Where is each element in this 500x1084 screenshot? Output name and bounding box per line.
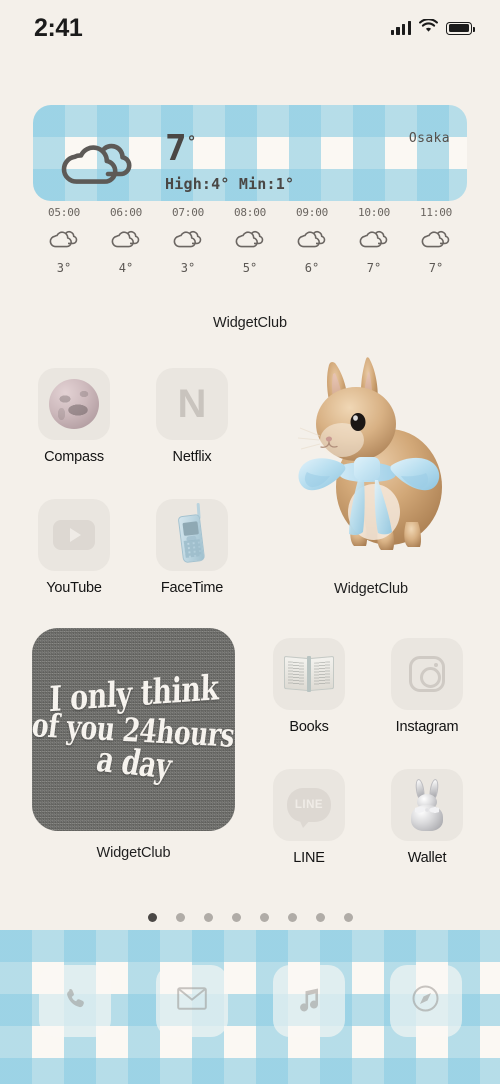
hour-temp: 3° — [180, 261, 196, 275]
app-tile[interactable] — [273, 638, 345, 710]
line-glyph-text: LINE — [294, 799, 324, 811]
weather-city-label: Osaka — [408, 131, 450, 146]
app-tile[interactable] — [391, 769, 463, 841]
app-label: Compass — [44, 449, 104, 465]
page-indicator-dots[interactable] — [0, 913, 500, 922]
dock-item-music[interactable] — [272, 965, 345, 1037]
dock — [0, 930, 500, 1084]
page-dot[interactable] — [315, 913, 325, 922]
hour-temp: 7° — [428, 261, 444, 275]
hourly-forecast-item: 10:00 7° — [344, 206, 404, 275]
compass-sphere-icon — [49, 379, 99, 429]
weather-temperature: 7° — [165, 128, 197, 169]
hourly-forecast-item: 06:00 4° — [96, 206, 156, 275]
status-bar: 2:41 — [0, 0, 500, 56]
hour-time: 05:00 — [47, 206, 81, 219]
cellular-signal-icon — [390, 21, 411, 35]
app-label: LINE — [293, 850, 325, 866]
quote-line-3: a day — [92, 739, 175, 788]
cloudy-icon — [109, 228, 143, 254]
page-dot[interactable] — [343, 913, 353, 922]
dock-item-mail[interactable] — [155, 965, 228, 1037]
hour-temp: 3° — [56, 261, 72, 275]
battery-icon — [446, 21, 475, 35]
netflix-n-icon: N — [177, 382, 207, 426]
music-note-icon — [296, 986, 322, 1017]
quote-widget-caption: WidgetClub — [96, 845, 171, 861]
hour-temp: 6° — [304, 261, 320, 275]
app-tile[interactable] — [391, 638, 463, 710]
app-icon-instagram[interactable]: Instagram — [391, 638, 463, 735]
hourly-forecast-item: 08:00 5° — [220, 206, 280, 275]
cloudy-icon — [295, 228, 329, 254]
hour-time: 08:00 — [233, 206, 267, 219]
phone-handset-icon — [62, 986, 88, 1017]
hour-temp: 5° — [242, 261, 258, 275]
app-icon-line[interactable]: LINE LINE — [273, 769, 345, 866]
app-label: Books — [289, 719, 329, 735]
cloudy-icon — [56, 135, 142, 196]
bunny-widget-caption: WidgetClub — [334, 581, 408, 597]
page-dot[interactable] — [259, 913, 269, 922]
hourly-forecast-item: 07:00 3° — [158, 206, 218, 275]
envelope-icon — [176, 987, 207, 1015]
app-icon-compass[interactable]: Compass — [38, 368, 110, 465]
bunny-photo-widget[interactable] — [286, 352, 456, 567]
page-dot[interactable] — [175, 913, 185, 922]
weather-widget[interactable]: Osaka 7° High:4° Min:1° — [33, 105, 467, 201]
quote-text-widget[interactable]: I only think of you 24hours a day — [32, 628, 235, 831]
app-tile[interactable]: N — [156, 368, 228, 440]
app-icon-wallet[interactable]: Wallet — [391, 769, 463, 866]
dock-item-safari[interactable] — [389, 965, 462, 1037]
weather-widget-caption: WidgetClub — [213, 315, 287, 331]
cloudy-icon — [357, 228, 391, 254]
hour-time: 07:00 — [171, 206, 205, 219]
status-bar-indicators — [390, 17, 475, 38]
page-dot[interactable] — [287, 913, 297, 922]
open-book-icon — [284, 655, 334, 693]
line-speech-bubble-icon: LINE — [287, 788, 331, 828]
app-label: FaceTime — [160, 580, 224, 596]
app-icon-youtube[interactable]: YouTube — [38, 499, 110, 596]
wifi-icon — [419, 17, 438, 38]
hour-time: 06:00 — [109, 206, 143, 219]
app-label: Wallet — [407, 850, 447, 866]
hourly-forecast-item: 05:00 3° — [34, 206, 94, 275]
hourly-forecast-item: 11:00 7° — [406, 206, 466, 275]
silver-bunny-icon — [407, 778, 447, 831]
compass-needle-icon — [412, 985, 439, 1017]
cloudy-icon — [419, 228, 453, 254]
app-tile[interactable] — [38, 499, 110, 571]
app-icon-books[interactable]: Books — [273, 638, 345, 735]
page-dot[interactable] — [203, 913, 213, 922]
app-icon-facetime[interactable]: FaceTime — [156, 499, 228, 596]
hour-time: 09:00 — [295, 206, 329, 219]
page-dot[interactable] — [231, 913, 241, 922]
hourly-forecast-row: 05:00 3° 06:00 4° 07:00 3° 08:00 5° 09:0… — [33, 206, 467, 286]
hour-temp: 7° — [366, 261, 382, 275]
app-tile[interactable] — [156, 499, 228, 571]
hourly-forecast-item: 09:00 6° — [282, 206, 342, 275]
hour-time: 11:00 — [419, 206, 453, 219]
cloudy-icon — [233, 228, 267, 254]
page-dot-active[interactable] — [147, 913, 157, 922]
hour-temp: 4° — [118, 261, 134, 275]
app-tile[interactable] — [38, 368, 110, 440]
app-tile[interactable]: LINE — [273, 769, 345, 841]
app-icon-netflix[interactable]: N Netflix — [156, 368, 228, 465]
weather-high-low: High:4° Min:1° — [165, 175, 295, 193]
vintage-cellphone-icon — [166, 502, 219, 566]
cloudy-icon — [47, 228, 81, 254]
youtube-play-icon — [53, 520, 95, 550]
dock-item-phone[interactable] — [38, 965, 111, 1037]
app-label: YouTube — [46, 580, 102, 596]
bunny-with-blue-bow-photo — [297, 357, 442, 550]
cloudy-icon — [171, 228, 205, 254]
instagram-camera-icon — [409, 656, 445, 692]
app-label: Netflix — [172, 449, 212, 465]
hour-time: 10:00 — [357, 206, 391, 219]
status-bar-time: 2:41 — [34, 13, 83, 42]
quote-text: I only think of you 24hours a day — [32, 628, 235, 831]
app-label: Instagram — [395, 719, 459, 735]
